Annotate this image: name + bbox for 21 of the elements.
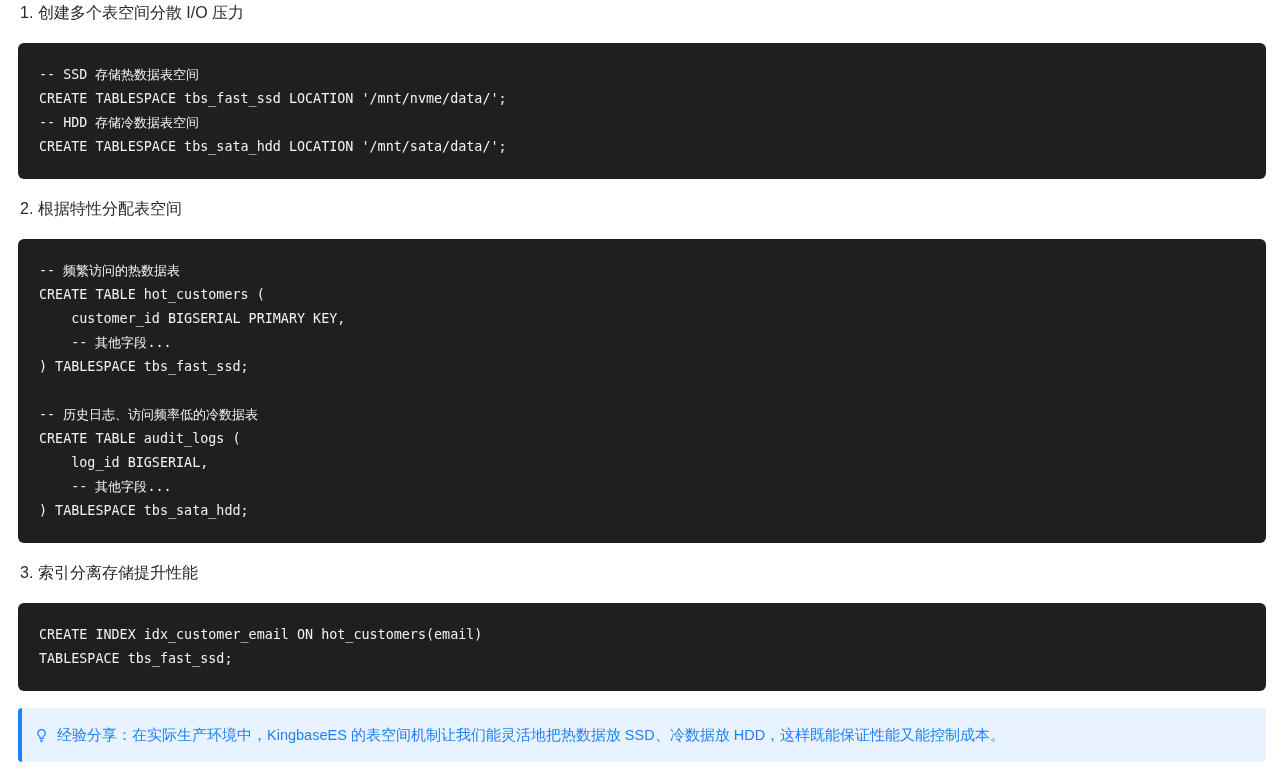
code-line: CREATE TABLE hot_customers (	[39, 286, 265, 305]
code-line: -- SSD 存储热数据表空间	[39, 66, 200, 84]
code-line: ) TABLESPACE tbs_fast_ssd;	[39, 358, 249, 377]
code-line: CREATE TABLESPACE tbs_fast_ssd LOCATION '/mnt/nvme/data/';	[39, 90, 507, 109]
section-heading: 3. 索引分离存储提升性能	[20, 563, 198, 583]
tip-text: 经验分享：在实际生产环境中，KingbaseES 的表空间机制让我们能灵活地把热数据放 SSD、冷数据放 HDD，这样既能保证性能又能控制成本。	[57, 726, 1006, 745]
code-line: TABLESPACE tbs_fast_ssd;	[39, 650, 233, 669]
code-line: CREATE TABLE audit_logs (	[39, 430, 241, 449]
code-line: -- 历史日志、访问频率低的冷数据表	[39, 406, 259, 424]
section-heading: 2. 根据特性分配表空间	[20, 199, 182, 219]
code-line: -- 其他字段...	[70, 334, 172, 352]
lightbulb-icon	[36, 727, 47, 743]
code-line: -- HDD 存储冷数据表空间	[39, 114, 200, 132]
code-line: -- 其他字段...	[70, 478, 172, 496]
code-line: customer_id BIGSERIAL PRIMARY KEY,	[70, 310, 346, 329]
section-heading: 1. 创建多个表空间分散 I/O 压力	[20, 3, 244, 23]
code-line: log_id BIGSERIAL,	[70, 454, 209, 473]
code-line: CREATE TABLESPACE tbs_sata_hdd LOCATION '/mnt/sata/data/';	[39, 138, 507, 157]
code-line: -- 频繁访问的热数据表	[39, 262, 181, 280]
code-line: ) TABLESPACE tbs_sata_hdd;	[39, 502, 249, 521]
code-line: CREATE INDEX idx_customer_email ON hot_customers(email)	[39, 626, 483, 645]
